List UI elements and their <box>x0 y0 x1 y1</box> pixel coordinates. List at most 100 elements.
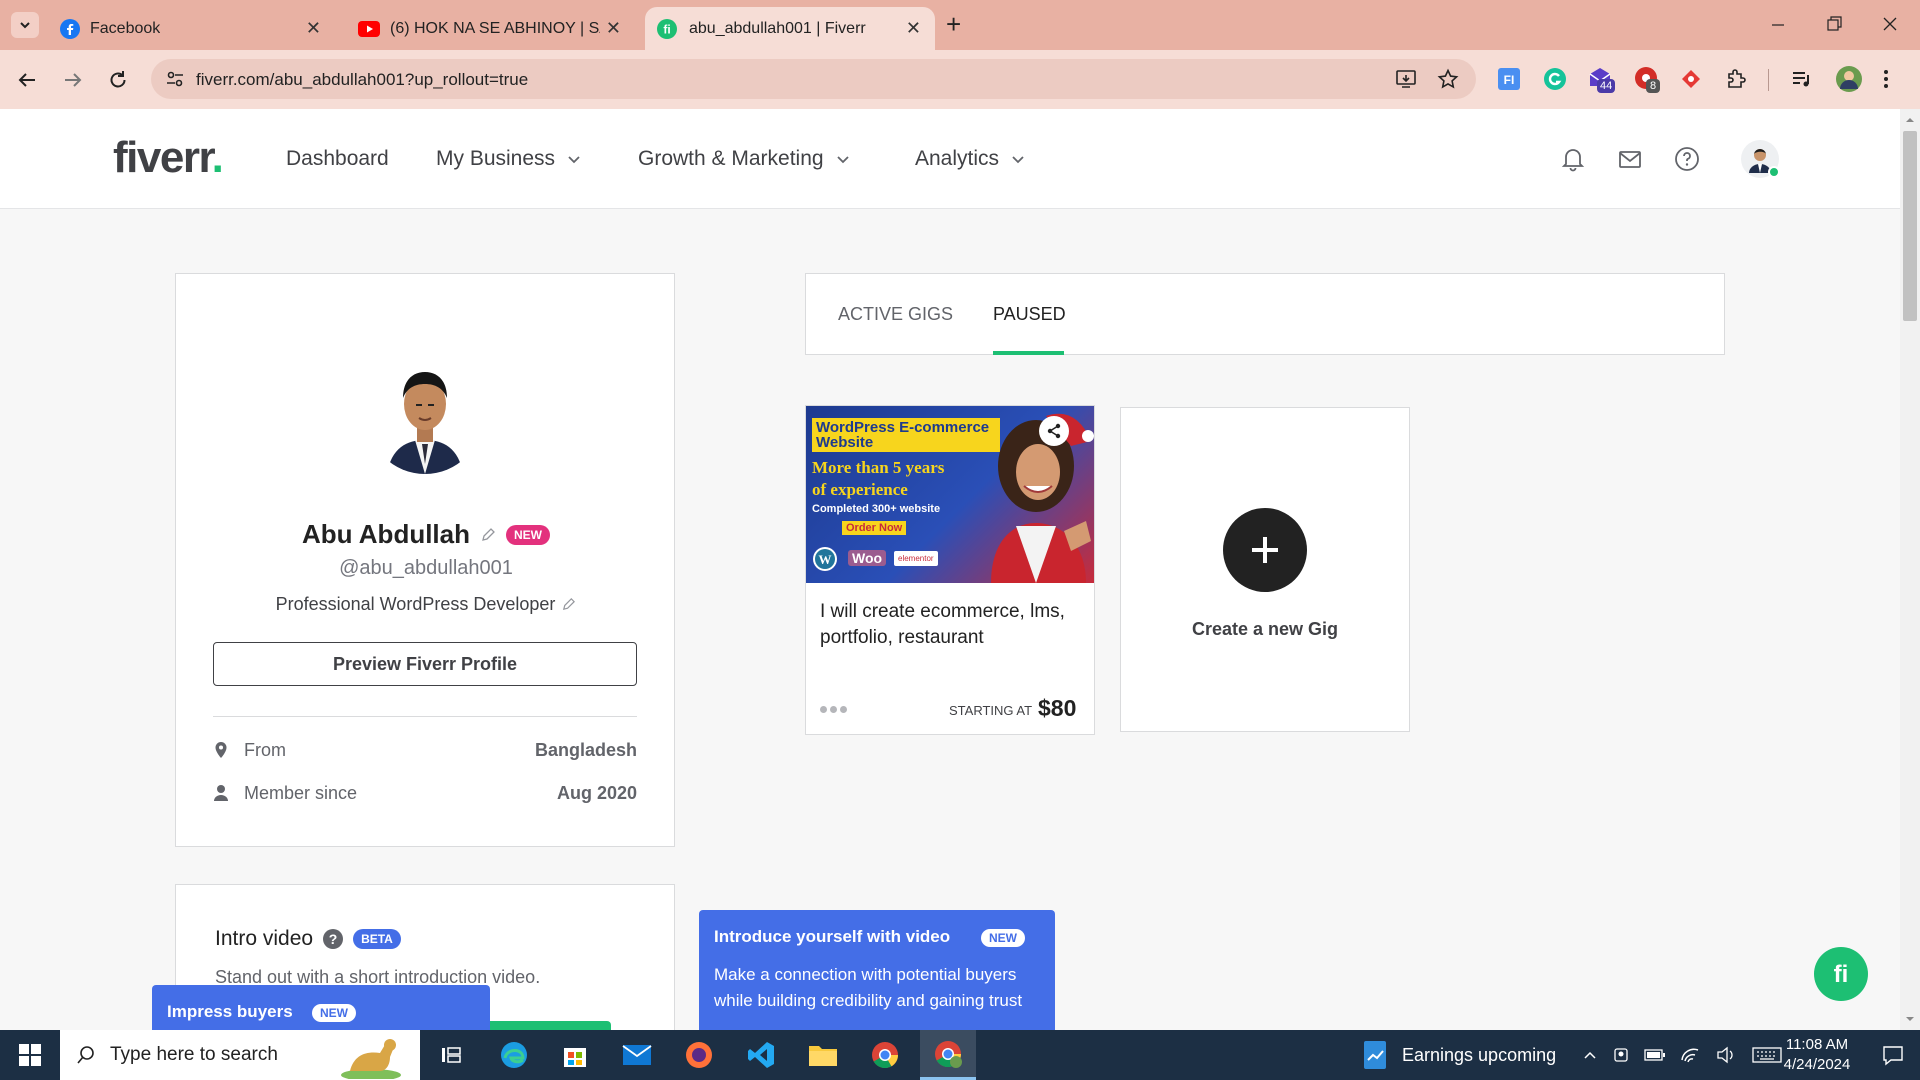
minimize-button[interactable] <box>1768 14 1788 34</box>
start-button[interactable] <box>0 1030 60 1080</box>
chevron-up-icon[interactable] <box>1582 1047 1598 1063</box>
share-button[interactable] <box>1039 416 1069 446</box>
battery-icon[interactable] <box>1644 1048 1666 1062</box>
edit-pencil-icon[interactable] <box>561 597 576 612</box>
windows-icon <box>19 1044 41 1066</box>
scrollbar-thumb[interactable] <box>1903 131 1917 321</box>
page-scrollbar[interactable] <box>1900 109 1920 1030</box>
gig-price: $80 <box>1038 695 1077 721</box>
scroll-down-icon[interactable] <box>1900 1012 1920 1026</box>
svg-text:?: ? <box>329 931 338 947</box>
search-highlight-image <box>341 1039 401 1079</box>
nav-my-business[interactable]: My Business <box>436 147 581 171</box>
fiverr-logo[interactable]: fiverr. <box>113 133 224 183</box>
chrome-menu-button[interactable] <box>1882 67 1890 91</box>
nav-growth-marketing[interactable]: Growth & Marketing <box>638 147 850 171</box>
close-tab-icon[interactable]: ✕ <box>306 18 321 38</box>
chrome-profile-button[interactable] <box>1836 66 1862 92</box>
edit-pencil-icon[interactable] <box>480 527 496 543</box>
restore-button[interactable] <box>1824 14 1844 34</box>
tab-paused[interactable]: PAUSED <box>993 304 1066 325</box>
help-circle-icon[interactable]: ? <box>323 929 344 949</box>
gig-title[interactable]: I will create ecommerce, lms, portfolio,… <box>820 599 1080 651</box>
taskbar-store[interactable] <box>550 1030 600 1080</box>
help-circle-icon <box>1675 147 1699 171</box>
help-button[interactable] <box>1674 146 1700 172</box>
wifi-icon[interactable] <box>1680 1046 1702 1064</box>
site-settings-icon[interactable] <box>165 69 185 89</box>
taskbar-chrome[interactable] <box>860 1030 910 1080</box>
tab-facebook[interactable]: Facebook ✕ <box>50 7 335 50</box>
weather-text: Earnings upcoming <box>1402 1044 1557 1065</box>
profile-photo[interactable] <box>367 358 483 474</box>
tab-search-button[interactable] <box>11 12 39 38</box>
tab-active-gigs[interactable]: ACTIVE GIGS <box>838 304 953 325</box>
taskbar-search-box[interactable]: Type here to search <box>60 1030 420 1080</box>
back-button[interactable] <box>15 68 39 92</box>
extension-red[interactable] <box>1680 68 1702 90</box>
clock-date: 4/24/2024 <box>1783 1056 1851 1073</box>
media-control-button[interactable] <box>1790 67 1814 91</box>
new-badge: NEW <box>312 1004 356 1022</box>
forward-button[interactable] <box>61 68 85 92</box>
close-tab-icon[interactable]: ✕ <box>906 18 921 38</box>
scroll-up-icon[interactable] <box>1900 113 1920 127</box>
taskbar-mail[interactable] <box>612 1030 662 1080</box>
gig-options-button[interactable] <box>820 706 847 713</box>
svg-text:FI: FI <box>1504 73 1515 87</box>
reload-button[interactable] <box>106 68 130 92</box>
taskbar-chrome-profile[interactable] <box>920 1030 976 1080</box>
kebab-menu-icon <box>1884 70 1888 88</box>
task-view-button[interactable] <box>426 1030 476 1080</box>
tab-fiverr[interactable]: fi abu_abdullah001 | Fiverr ✕ <box>645 7 935 50</box>
taskbar-edge[interactable] <box>489 1030 539 1080</box>
taskbar-firefox[interactable] <box>674 1030 724 1080</box>
weather-widget[interactable]: Earnings upcoming <box>1362 1030 1556 1080</box>
new-tab-button[interactable]: + <box>946 11 961 37</box>
nav-analytics[interactable]: Analytics <box>915 147 1025 171</box>
preview-profile-button[interactable]: Preview Fiverr Profile <box>213 642 637 686</box>
notifications-button[interactable] <box>1560 146 1586 172</box>
install-app-icon[interactable] <box>1395 68 1417 90</box>
create-gig-button[interactable] <box>1223 508 1307 592</box>
nav-label: Dashboard <box>286 147 389 170</box>
nav-dashboard[interactable]: Dashboard <box>286 147 389 171</box>
tab-youtube[interactable]: (6) HOK NA SE ABHINOY | SAM ✕ <box>345 7 635 50</box>
address-bar[interactable]: fiverr.com/abu_abdullah001?up_rollout=tr… <box>151 59 1476 99</box>
volume-icon[interactable] <box>1716 1046 1738 1064</box>
gig-card[interactable]: WordPress E-commerce Website More than 5… <box>805 405 1095 735</box>
extensions-button[interactable] <box>1724 67 1748 91</box>
taskbar-vscode[interactable] <box>736 1030 786 1080</box>
starting-at-label: STARTING AT <box>949 703 1033 718</box>
extension-fi[interactable]: FI <box>1498 68 1520 90</box>
profile-tagline-row: Professional WordPress Developer <box>176 594 676 615</box>
extension-lastpass[interactable]: 8 <box>1634 66 1661 93</box>
chevron-down-icon <box>1012 156 1024 164</box>
extension-grammarly[interactable] <box>1543 67 1567 91</box>
messages-button[interactable] <box>1617 146 1643 172</box>
user-avatar-button[interactable] <box>1740 139 1782 181</box>
create-gig-card[interactable]: Create a new Gig <box>1120 407 1410 732</box>
puzzle-icon <box>1728 69 1746 88</box>
notification-center-button[interactable] <box>1868 1030 1918 1080</box>
extension-mail[interactable]: 44 <box>1588 66 1616 93</box>
firefox-icon <box>686 1042 712 1068</box>
search-placeholder: Type here to search <box>110 1044 278 1065</box>
notification-badge: 44 <box>1597 79 1616 93</box>
close-tab-icon[interactable]: ✕ <box>606 18 621 38</box>
profile-name: Abu Abdullah <box>301 519 470 549</box>
chevron-down-icon <box>20 22 30 29</box>
grammarly-icon <box>1544 68 1566 90</box>
meet-now-icon[interactable] <box>1612 1046 1630 1064</box>
bell-icon <box>1561 149 1585 172</box>
fiverr-chat-button[interactable]: fi <box>1814 947 1868 1001</box>
location-pin-icon <box>215 742 227 758</box>
bookmark-star-icon[interactable] <box>1437 68 1459 90</box>
edge-icon <box>501 1042 527 1068</box>
taskbar-clock[interactable]: 11:08 AM 4/24/2024 <box>1772 1035 1862 1075</box>
close-window-button[interactable] <box>1880 14 1900 34</box>
notification-badge: 8 <box>1646 79 1661 93</box>
taskbar-file-explorer[interactable] <box>798 1030 848 1080</box>
gig-thumbnail[interactable]: WordPress E-commerce Website More than 5… <box>806 406 1094 583</box>
profile-tagline: Professional WordPress Developer <box>275 594 556 614</box>
